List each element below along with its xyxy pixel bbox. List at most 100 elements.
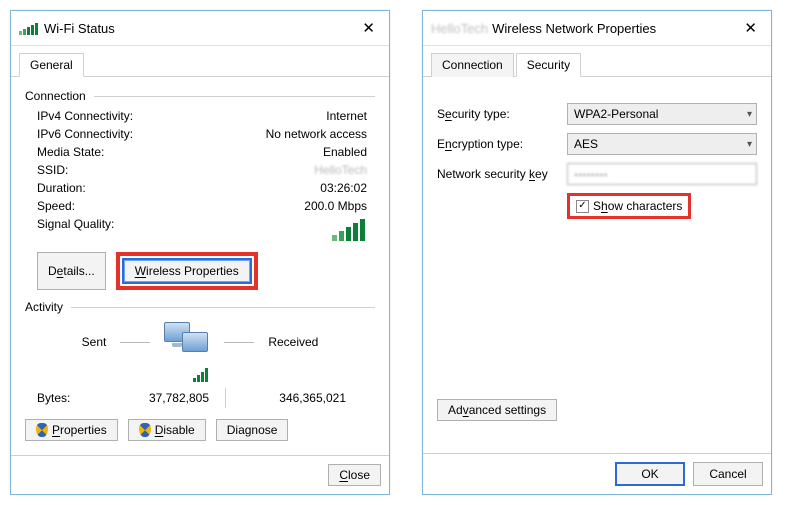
tab-security[interactable]: Security — [516, 53, 581, 77]
computers-icon — [164, 322, 210, 362]
row-ipv4: IPv4 Connectivity: Internet — [25, 107, 375, 125]
chevron-down-icon: ▾ — [747, 139, 752, 150]
security-pane: Security type: WPA2-Personal ▾ Encryptio… — [423, 77, 771, 453]
details-button[interactable]: Details... — [37, 252, 106, 290]
media-value: Enabled — [167, 145, 375, 159]
bytes-received: 346,365,021 — [234, 391, 354, 405]
titlebar: HelloTech Wireless Network Properties ✕ — [423, 11, 771, 46]
close-button[interactable]: Close — [328, 464, 381, 486]
t: ey — [535, 167, 548, 181]
connection-header-label: Connection — [25, 89, 86, 103]
t: C — [339, 468, 348, 482]
t: roperties — [60, 423, 107, 437]
bottom-bar: OK Cancel — [423, 453, 771, 494]
t: cryption type: — [452, 137, 523, 151]
activity-header: Activity — [25, 300, 375, 314]
close-button[interactable]: ✕ — [356, 17, 381, 39]
t: Network security — [437, 167, 529, 181]
t: e — [445, 107, 452, 121]
diagnose-button[interactable]: Diagnose — [216, 419, 289, 441]
t: •••••••• — [574, 168, 608, 182]
row-ssid: SSID: HelloTech — [25, 161, 375, 179]
connection-header: Connection — [25, 89, 375, 103]
divider — [225, 388, 226, 408]
security-type-value: WPA2-Personal — [574, 107, 747, 121]
cancel-button[interactable]: Cancel — [693, 462, 763, 486]
t: n — [445, 137, 452, 151]
show-characters-label: Show characters — [593, 199, 682, 213]
row-security-type: Security type: WPA2-Personal ▾ — [437, 99, 757, 129]
speed-value: 200.0 Mbps — [167, 199, 375, 213]
row-speed: Speed: 200.0 Mbps — [25, 197, 375, 215]
t: anced settings — [469, 403, 546, 417]
row-encryption-type: Encryption type: AES ▾ — [437, 129, 757, 159]
tab-general[interactable]: General — [19, 53, 84, 77]
ipv4-label: IPv4 Connectivity: — [37, 109, 167, 123]
t: E — [437, 137, 445, 151]
duration-label: Duration: — [37, 181, 167, 195]
advanced-settings-button[interactable]: Advanced settings — [437, 399, 557, 421]
security-type-select[interactable]: WPA2-Personal ▾ — [567, 103, 757, 125]
titlebar: Wi-Fi Status ✕ — [11, 11, 389, 46]
tabs: General — [11, 46, 389, 77]
divider — [120, 342, 150, 343]
row-advanced: Advanced settings — [437, 395, 757, 425]
ssid-label: SSID: — [37, 163, 167, 177]
duration-value: 03:26:02 — [167, 181, 375, 195]
t: tails... — [63, 264, 94, 278]
tab-connection[interactable]: Connection — [431, 53, 514, 77]
shield-icon — [139, 423, 151, 437]
t: isable — [163, 423, 194, 437]
show-characters-checkbox[interactable]: ✓ — [576, 200, 589, 213]
tab-pane: Connection IPv4 Connectivity: Internet I… — [11, 77, 389, 455]
encryption-type-select[interactable]: AES ▾ — [567, 133, 757, 155]
highlight-show-characters: ✓ Show characters — [567, 193, 691, 219]
wifi-signal-icon — [19, 21, 38, 35]
window-title: Wireless Network Properties — [492, 21, 656, 36]
ok-button[interactable]: OK — [615, 462, 685, 486]
row-media-state: Media State: Enabled — [25, 143, 375, 161]
received-label: Received — [268, 335, 318, 349]
row-ipv6: IPv6 Connectivity: No network access — [25, 125, 375, 143]
properties-button[interactable]: Properties — [25, 419, 118, 441]
signal-quality-label: Signal Quality: — [37, 217, 167, 244]
encryption-type-label: Encryption type: — [437, 137, 567, 151]
t: Cancel — [709, 467, 746, 481]
wifi-status-window: Wi-Fi Status ✕ General Connection IPv4 C… — [10, 10, 390, 495]
row-show-characters: ✓ Show characters — [437, 189, 757, 223]
window-title: Wi-Fi Status — [44, 21, 115, 36]
t: D — [48, 264, 57, 278]
ipv6-value: No network access — [167, 127, 375, 141]
tab-label: Connection — [442, 58, 503, 72]
shield-icon — [36, 423, 48, 437]
t: Ad — [448, 403, 463, 417]
footer-buttons: Properties Disable Diagnose — [25, 413, 375, 447]
close-button[interactable]: ✕ — [738, 17, 763, 39]
security-type-label: Security type: — [437, 107, 567, 121]
t: P — [52, 423, 60, 437]
row-duration: Duration: 03:26:02 — [25, 179, 375, 197]
t: S — [437, 107, 445, 121]
network-key-input[interactable]: •••••••• — [567, 163, 757, 185]
signal-quality-icon — [332, 217, 365, 241]
bottom-bar: Close — [11, 455, 389, 494]
t: curity type: — [452, 107, 510, 121]
network-key-label: Network security key — [437, 167, 567, 181]
encryption-type-value: AES — [574, 137, 747, 151]
activity-header-label: Activity — [25, 300, 63, 314]
t: ow characters — [608, 199, 683, 213]
t: lose — [348, 468, 370, 482]
activity-visual: Sent Received — [25, 318, 375, 366]
ssid-value: HelloTech — [167, 163, 375, 177]
network-name-label: HelloTech — [431, 21, 488, 36]
bytes-sent: 37,782,805 — [97, 391, 217, 405]
t: ireless Properties — [146, 264, 239, 278]
speed-label: Speed: — [37, 199, 167, 213]
t: W — [135, 264, 146, 278]
wireless-properties-button[interactable]: Wireless Properties — [124, 260, 250, 282]
highlight-wireless-properties: Wireless Properties — [116, 252, 258, 290]
bytes-label: Bytes: — [37, 391, 97, 405]
ipv4-value: Internet — [167, 109, 375, 123]
disable-button[interactable]: Disable — [128, 419, 206, 441]
t: h — [601, 199, 608, 213]
